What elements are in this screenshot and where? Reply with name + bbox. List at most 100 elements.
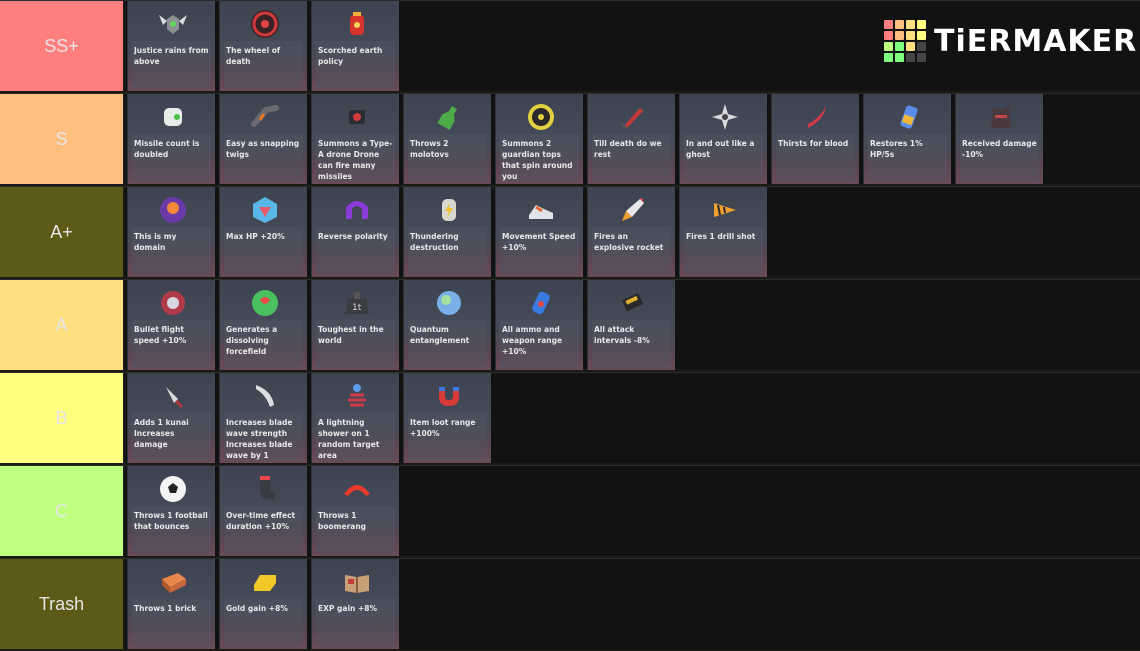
item-description: This is my domain bbox=[134, 232, 177, 252]
domain-orb-icon bbox=[156, 193, 190, 227]
forcefield-icon bbox=[248, 286, 282, 320]
logo-grid-cell bbox=[917, 42, 926, 51]
item-description: Adds 1 kunai Increases damage bbox=[134, 418, 189, 449]
tier-item-card[interactable]: Over-time effect duration +10% bbox=[219, 466, 307, 556]
tier-item-card[interactable]: Max HP +20% bbox=[219, 187, 307, 277]
bent-pipe-icon bbox=[248, 100, 282, 134]
item-description: All ammo and weapon range +10% bbox=[502, 325, 563, 356]
tier-label[interactable]: SS+ bbox=[0, 1, 125, 91]
tier-label[interactable]: Trash bbox=[0, 559, 125, 649]
quantum-orb-icon bbox=[432, 286, 466, 320]
tier-list: SS+ Justice rains from above The wheel of … bbox=[0, 0, 1140, 651]
red-blade-icon bbox=[616, 100, 650, 134]
item-description: Movement Speed +10% bbox=[502, 232, 576, 252]
hp-cube-icon bbox=[248, 193, 282, 227]
bullet-drum-icon bbox=[156, 286, 190, 320]
tier-item-card[interactable]: Fires an explosive rocket bbox=[587, 187, 675, 277]
tier-item-card[interactable]: Item loot range +100% bbox=[403, 373, 491, 463]
item-description: Fires 1 drill shot bbox=[686, 232, 756, 241]
tier-label[interactable]: A bbox=[0, 280, 125, 370]
tier-row: S Missile count is doubled Easy as snappin… bbox=[0, 93, 1140, 184]
tier-label[interactable]: C bbox=[0, 466, 125, 556]
tier-row: A+ This is my domain Max HP +20% Reverse po… bbox=[0, 186, 1140, 277]
item-description: Restores 1% HP/5s bbox=[870, 139, 923, 159]
tier-item-card[interactable]: The wheel of death bbox=[219, 1, 307, 91]
tier-item-card[interactable]: Gold gain +8% bbox=[219, 559, 307, 649]
tier-item-card[interactable]: Throws 2 molotovs bbox=[403, 94, 491, 184]
tier-items[interactable]: Throws 1 brick Gold gain +8% EXP gain +8% bbox=[125, 559, 1140, 649]
tier-item-card[interactable]: Thirsts for blood bbox=[771, 94, 859, 184]
item-description: Bullet flight speed +10% bbox=[134, 325, 187, 345]
tier-item-card[interactable]: Till death do we rest bbox=[587, 94, 675, 184]
tier-item-card[interactable]: Throws 1 football that bounces bbox=[127, 466, 215, 556]
hp-drink-icon bbox=[892, 100, 926, 134]
tier-items[interactable]: Throws 1 football that bounces Over-time … bbox=[125, 466, 1140, 556]
item-description: Quantum entanglement bbox=[410, 325, 470, 345]
tier-item-card[interactable]: Quantum entanglement bbox=[403, 280, 491, 370]
tier-item-card[interactable]: Increases blade wave strength Increases … bbox=[219, 373, 307, 463]
logo-grid-cell bbox=[906, 31, 915, 40]
item-description: A lightning shower on 1 random target ar… bbox=[318, 418, 380, 460]
tier-row: C Throws 1 football that bounces Over-time… bbox=[0, 465, 1140, 556]
tier-items[interactable]: Adds 1 kunai Increases damage Increases b… bbox=[125, 373, 1140, 463]
ammo-clip-icon bbox=[616, 286, 650, 320]
logo-grid-cell bbox=[884, 42, 893, 51]
tier-item-card[interactable]: Thundering destruction bbox=[403, 187, 491, 277]
item-description: Throws 1 brick bbox=[134, 604, 197, 613]
rocket-icon bbox=[616, 193, 650, 227]
missile-pod-icon bbox=[156, 100, 190, 134]
tier-item-card[interactable]: EXP gain +8% bbox=[311, 559, 399, 649]
tier-item-card[interactable]: This is my domain bbox=[127, 187, 215, 277]
item-description: EXP gain +8% bbox=[318, 604, 377, 613]
tier-item-card[interactable]: Easy as snapping twigs bbox=[219, 94, 307, 184]
logo-grid-cell bbox=[884, 31, 893, 40]
logo-grid-cell bbox=[906, 20, 915, 29]
tier-item-card[interactable]: Scorched earth policy bbox=[311, 1, 399, 91]
item-description: Throws 2 molotovs bbox=[410, 139, 449, 159]
tier-item-card[interactable]: Justice rains from above bbox=[127, 1, 215, 91]
item-description: Increases blade wave strength Increases … bbox=[226, 418, 293, 460]
logo-grid-icon bbox=[884, 20, 926, 62]
tier-item-card[interactable]: Bullet flight speed +10% bbox=[127, 280, 215, 370]
tier-item-card[interactable]: Generates a dissolving forcefield bbox=[219, 280, 307, 370]
weight-icon: 1t bbox=[340, 286, 374, 320]
item-description: Missile count is doubled bbox=[134, 139, 200, 159]
logo-grid-cell bbox=[884, 20, 893, 29]
tier-item-card[interactable]: Fires 1 drill shot bbox=[679, 187, 767, 277]
logo-grid-cell bbox=[895, 53, 904, 62]
item-description: Received damage -10% bbox=[962, 139, 1037, 159]
tier-item-card[interactable]: Throws 1 brick bbox=[127, 559, 215, 649]
tier-item-card[interactable]: All ammo and weapon range +10% bbox=[495, 280, 583, 370]
tier-item-card[interactable]: All attack intervals -8% bbox=[587, 280, 675, 370]
tier-item-card[interactable]: Summons a Type-A drone Drone can fire ma… bbox=[311, 94, 399, 184]
tier-item-card[interactable]: 1t Toughest in the world bbox=[311, 280, 399, 370]
boomerang-icon bbox=[340, 472, 374, 506]
tier-items[interactable]: This is my domain Max HP +20% Reverse pola… bbox=[125, 187, 1140, 277]
tier-label[interactable]: B bbox=[0, 373, 125, 463]
item-description: Over-time effect duration +10% bbox=[226, 511, 296, 531]
logo-grid-cell bbox=[917, 53, 926, 62]
target-wheel-icon bbox=[248, 7, 282, 41]
tier-label[interactable]: S bbox=[0, 94, 125, 184]
tier-item-card[interactable]: Missile count is doubled bbox=[127, 94, 215, 184]
tier-row: A Bullet flight speed +10% Generates a dis… bbox=[0, 279, 1140, 370]
tier-item-card[interactable]: Reverse polarity bbox=[311, 187, 399, 277]
gold-bar-icon bbox=[248, 565, 282, 599]
tier-item-card[interactable]: Restores 1% HP/5s bbox=[863, 94, 951, 184]
tier-item-card[interactable]: Received damage -10% bbox=[955, 94, 1043, 184]
tier-label[interactable]: A+ bbox=[0, 187, 125, 277]
tier-item-card[interactable]: Summons 2 guardian tops that spin around… bbox=[495, 94, 583, 184]
item-description: Thundering destruction bbox=[410, 232, 459, 252]
tier-items[interactable]: Bullet flight speed +10% Generates a diss… bbox=[125, 280, 1140, 370]
tier-item-card[interactable]: A lightning shower on 1 random target ar… bbox=[311, 373, 399, 463]
tier-item-card[interactable]: Throws 1 boomerang bbox=[311, 466, 399, 556]
logo-grid-cell bbox=[895, 31, 904, 40]
item-description: Easy as snapping twigs bbox=[226, 139, 300, 159]
tier-items[interactable]: Missile count is doubled Easy as snapping… bbox=[125, 94, 1140, 184]
tier-item-card[interactable]: Adds 1 kunai Increases damage bbox=[127, 373, 215, 463]
tiermaker-logo[interactable]: TiERMAKER bbox=[884, 20, 1137, 62]
item-description: Scorched earth policy bbox=[318, 46, 383, 66]
tier-item-card[interactable]: Movement Speed +10% bbox=[495, 187, 583, 277]
tier-item-card[interactable]: In and out like a ghost bbox=[679, 94, 767, 184]
svg-text:1t: 1t bbox=[352, 303, 362, 313]
